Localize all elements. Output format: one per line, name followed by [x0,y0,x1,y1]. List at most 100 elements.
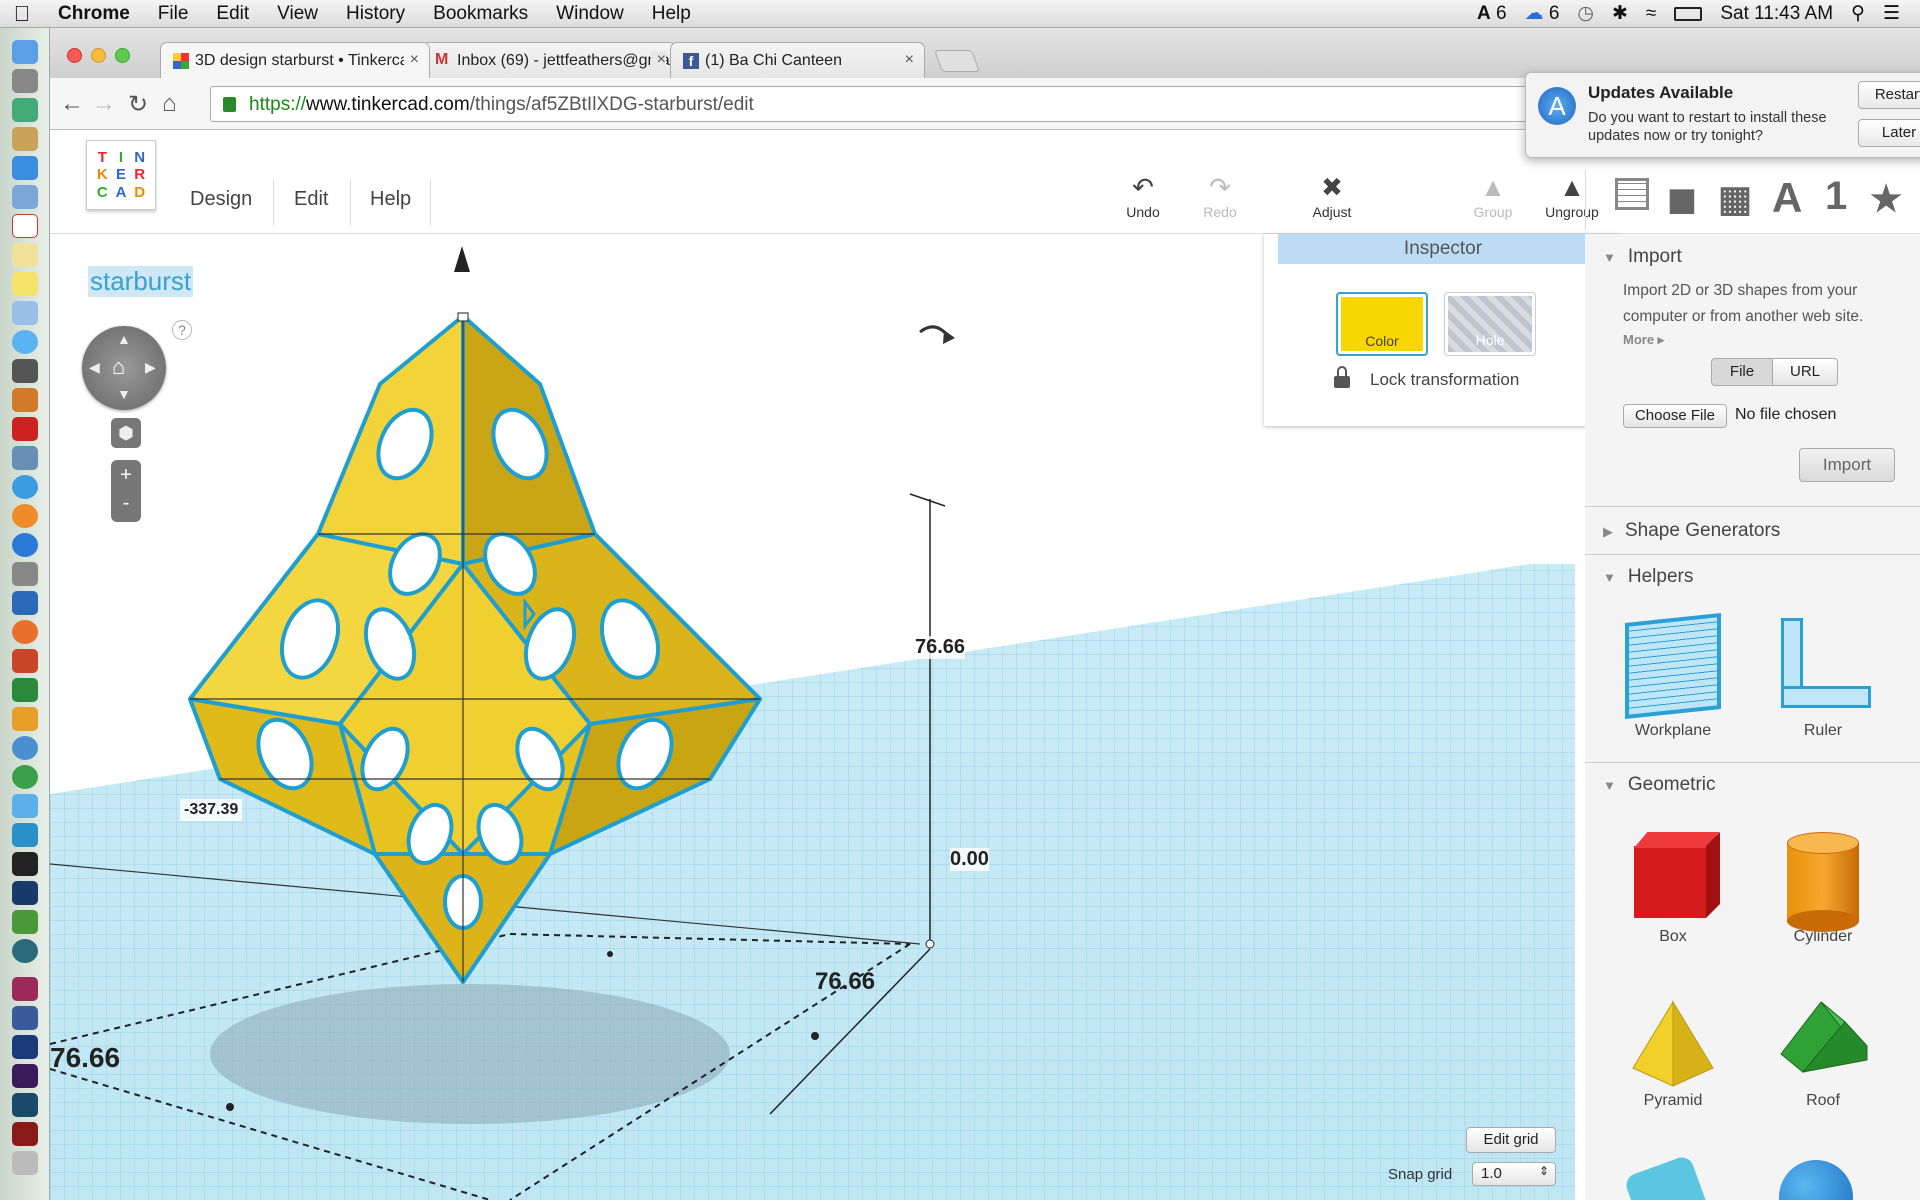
tinkercad-logo[interactable]: T I N K E R C A D [86,140,156,210]
photoshop-cc-icon[interactable] [11,1035,38,1059]
view-help-icon[interactable]: ? [172,320,192,340]
nav-help[interactable]: Help [370,188,411,211]
photo-booth-icon[interactable] [11,417,38,441]
word-icon[interactable] [11,591,38,615]
lock-transformation-label[interactable]: Lock transformation [1370,370,1519,390]
inspector-title[interactable]: Inspector [1278,234,1608,264]
snap-grid-select[interactable]: 1.0 ⇕ [1472,1162,1556,1186]
tab-tinkercad[interactable]: 3D design starburst • Tinkercad × [160,42,430,78]
forward-button[interactable]: → [92,90,116,118]
notification-center-icon[interactable]: ☰ [1883,2,1900,25]
favorites-star-icon[interactable]: ★ [1870,178,1902,220]
iphoto-icon[interactable] [11,446,38,470]
group-button[interactable]: ▲ Group [1458,172,1528,220]
color-swatch-button[interactable]: Color [1336,292,1428,356]
ruler-helper[interactable]: Ruler [1763,618,1883,740]
redo-button[interactable]: ↷ Redo [1185,172,1255,220]
close-tab-icon[interactable]: × [403,51,419,69]
undo-button[interactable]: ↶ Undo [1108,172,1178,220]
new-tab-button[interactable] [933,50,981,72]
chrome-icon[interactable] [11,765,38,789]
menu-window[interactable]: Window [542,3,638,25]
powerpoint-icon[interactable] [11,649,38,673]
text-category-icon[interactable]: A [1772,174,1802,222]
wifi-icon[interactable]: ≈ [1646,3,1656,25]
sphere-shape-partial[interactable] [1779,1160,1853,1200]
shapes-category-icon[interactable]: ◼ [1667,178,1697,220]
elevation-dimension-label[interactable]: 0.00 [950,848,989,871]
import-file-tab[interactable]: File [1711,358,1773,386]
design-name[interactable]: starburst [88,266,194,297]
back-button[interactable]: ← [60,90,84,118]
import-section-header[interactable]: ▼ Import [1603,246,1682,268]
home-button[interactable]: ⌂ [162,90,177,118]
animate-icon[interactable] [11,1093,38,1117]
close-window-button[interactable] [67,48,82,63]
tab-gmail[interactable]: M Inbox (69) - jettfeathers@gmail.com × [422,42,677,78]
pan-right-icon[interactable]: ▶ [145,359,156,376]
calendar-icon[interactable] [11,214,38,238]
mission-control-icon[interactable] [11,98,38,122]
apple-icon[interactable]:  [0,1,44,27]
menu-app-name[interactable]: Chrome [44,3,144,25]
mail-icon[interactable] [11,301,38,325]
airdrop-icon[interactable] [11,794,38,818]
edge-animate-icon[interactable] [11,1006,38,1030]
battery-icon[interactable] [1674,6,1703,21]
import-more-link[interactable]: More ▸ [1623,332,1664,348]
later-button[interactable]: Later [1858,119,1920,147]
width-dimension-label[interactable]: 76.66 [815,968,875,996]
holes-category-icon[interactable]: ▦ [1718,178,1752,220]
reload-button[interactable]: ↻ [128,90,148,119]
menu-help[interactable]: Help [638,3,705,25]
numbers-category-icon[interactable]: 1 [1825,174,1847,219]
menubar-clock[interactable]: Sat 11:43 AM [1720,3,1833,25]
inkscape-icon[interactable] [11,852,38,876]
facetime-icon[interactable] [11,359,38,383]
finder-icon[interactable] [11,40,38,64]
excel-icon[interactable] [11,678,38,702]
edit-grid-button[interactable]: Edit grid [1466,1127,1556,1153]
close-tab-icon[interactable]: × [905,51,914,69]
orbit-pan-control[interactable]: ▲ ▼ ◀ ▶ ⌂ [82,326,166,410]
safari-icon[interactable] [11,156,38,180]
menu-history[interactable]: History [332,3,419,25]
time-machine-icon[interactable]: ◷ [1577,2,1594,25]
itunes-icon[interactable] [11,475,38,499]
shape-generators-section-header[interactable]: ▶ Shape Generators [1603,520,1780,542]
contacts-icon[interactable] [11,127,38,151]
photoshop-icon[interactable] [11,881,38,905]
nav-design[interactable]: Design [190,188,252,211]
system-preferences-icon[interactable] [11,562,38,586]
tube-shape-partial[interactable] [1623,1154,1713,1200]
roof-shape[interactable]: Roof [1763,998,1883,1110]
firefox-icon[interactable] [11,620,38,644]
nav-edit[interactable]: Edit [294,188,328,211]
adobe-status[interactable]: A 6 [1477,3,1507,25]
menu-edit[interactable]: Edit [202,3,263,25]
preview-icon[interactable] [11,185,38,209]
trash-icon[interactable] [11,1151,38,1175]
outlook-icon[interactable] [11,707,38,731]
adjust-button[interactable]: ✖ Adjust [1297,172,1367,220]
position-dimension-label[interactable]: -337.39 [180,799,243,821]
pyramid-shape[interactable]: Pyramid [1613,998,1733,1110]
helpers-section-header[interactable]: ▼ Helpers [1603,566,1693,588]
picasa-icon[interactable] [11,736,38,760]
incopy-icon[interactable] [11,977,38,1001]
pan-down-icon[interactable]: ▼ [117,386,131,402]
unity-icon[interactable] [11,939,38,963]
cloud-status[interactable]: ☁ 6 [1525,2,1560,25]
zoom-in-button[interactable]: + [111,460,141,490]
ungroup-button[interactable]: ▲ Ungroup [1537,172,1607,220]
fit-view-button[interactable]: ⬢ [111,418,141,448]
utorrent-icon[interactable] [11,910,38,934]
messages-icon[interactable] [11,330,38,354]
workplane-helper[interactable]: Workplane [1613,612,1733,740]
pan-up-icon[interactable]: ▲ [117,331,131,347]
close-tab-icon[interactable]: × [650,51,666,69]
box-shape[interactable]: Box [1613,826,1733,946]
import-url-tab[interactable]: URL [1772,358,1838,386]
minimize-window-button[interactable] [91,48,106,63]
restart-button[interactable]: Restart [1858,81,1920,109]
